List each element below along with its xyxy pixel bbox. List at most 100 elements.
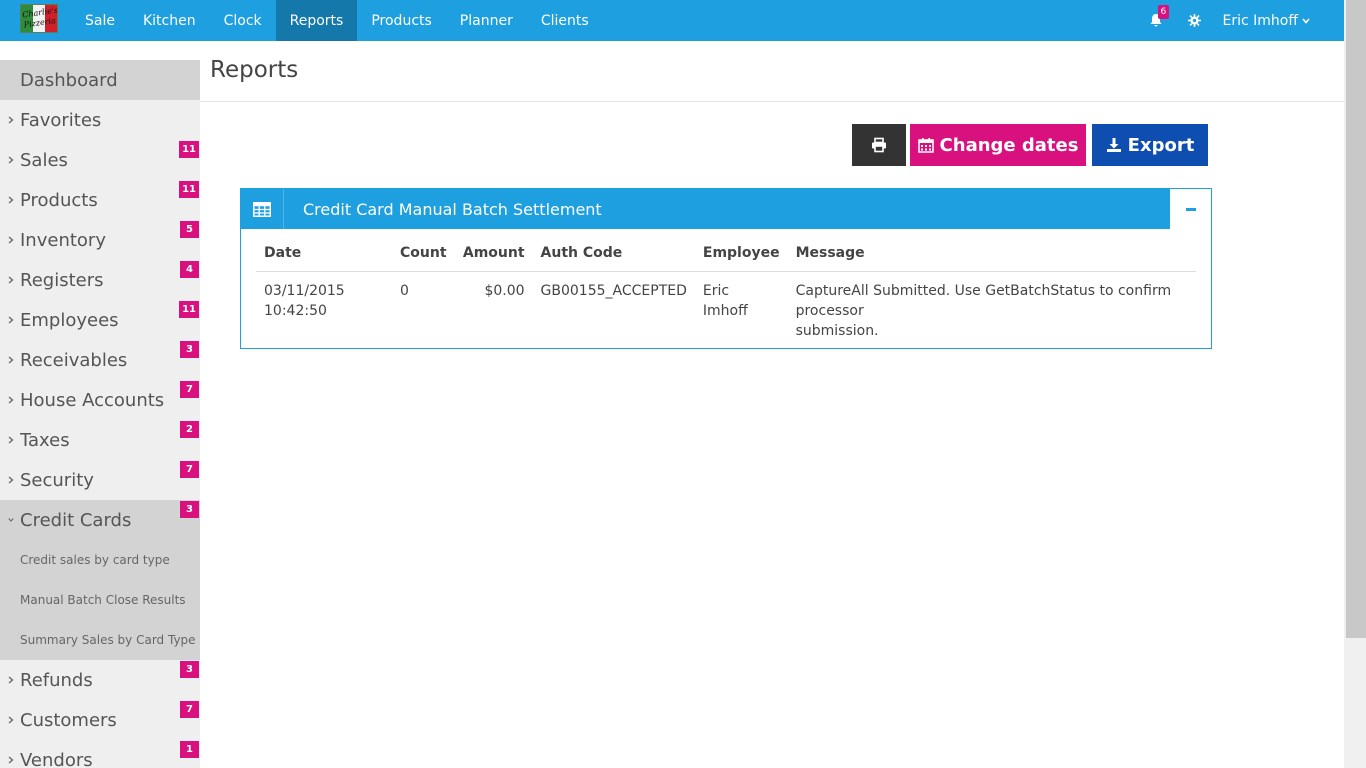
sidebar-item-house-accounts[interactable]: House Accounts 7 <box>0 380 200 420</box>
panel-header: Credit Card Manual Batch Settlement <box>241 189 1170 229</box>
sidebar-item-label: Credit Cards <box>20 509 132 531</box>
sidebar-item-label: Employees <box>20 309 119 331</box>
sidebar-item-registers[interactable]: Registers 4 <box>0 260 200 300</box>
sidebar-subitem-credit-sales-by-card-type[interactable]: Credit sales by card type <box>0 540 200 580</box>
sidebar-item-label: Receivables <box>20 349 128 371</box>
sidebar-item-receivables[interactable]: Receivables 3 <box>0 340 200 380</box>
column-header-auth-code: Auth Code <box>532 236 695 272</box>
sidebar-subitem-manual-batch-close-results[interactable]: Manual Batch Close Results <box>0 580 200 620</box>
report-panel: Credit Card Manual Batch Settlement Date… <box>240 188 1212 349</box>
sidebar-item-label: Customers <box>20 709 117 731</box>
sidebar: Dashboard Favorites Sales 11 Products 11 I… <box>0 60 200 768</box>
app-logo[interactable]: Charlie's Pizzeria <box>20 4 58 33</box>
sidebar-item-employees[interactable]: Employees 11 <box>0 300 200 340</box>
nav-clock[interactable]: Clock <box>210 0 276 41</box>
export-label: Export <box>1127 134 1195 156</box>
nav-products[interactable]: Products <box>357 0 445 41</box>
user-name: Eric Imhoff <box>1222 12 1299 29</box>
column-header-amount: Amount <box>454 236 533 272</box>
count-badge: 3 <box>180 501 199 518</box>
count-badge: 7 <box>180 381 199 398</box>
count-badge: 3 <box>180 661 199 678</box>
sidebar-item-label: House Accounts <box>20 389 165 411</box>
sidebar-item-label: Sales <box>20 149 68 171</box>
chevron-right-icon <box>8 716 14 724</box>
sidebar-item-favorites[interactable]: Favorites <box>0 100 200 140</box>
sidebar-item-vendors[interactable]: Vendors 1 <box>0 740 200 768</box>
column-header-count: Count <box>392 236 455 272</box>
nav-planner[interactable]: Planner <box>446 0 527 41</box>
sidebar-item-label: Taxes <box>20 429 70 451</box>
sidebar-item-sales[interactable]: Sales 11 <box>0 140 200 180</box>
sidebar-item-security[interactable]: Security 7 <box>0 460 200 500</box>
nav-kitchen[interactable]: Kitchen <box>129 0 210 41</box>
collapse-button[interactable] <box>1181 201 1201 217</box>
chevron-right-icon <box>8 196 14 204</box>
calendar-icon <box>917 138 934 153</box>
column-header-date: Date <box>256 236 392 272</box>
sidebar-item-label: Favorites <box>20 109 102 131</box>
sidebar-item-inventory[interactable]: Inventory 5 <box>0 220 200 260</box>
cell-employee: Eric Imhoff <box>702 282 748 319</box>
download-icon <box>1106 138 1121 152</box>
settings-button[interactable] <box>1187 0 1203 41</box>
main-nav: Sale Kitchen Clock Reports Products Plan… <box>71 0 603 41</box>
page-title: Reports <box>210 57 299 83</box>
panel-title: Credit Card Manual Batch Settlement <box>303 199 602 219</box>
chevron-right-icon <box>8 156 14 164</box>
chevron-right-icon <box>8 116 14 124</box>
chevron-right-icon <box>8 436 14 444</box>
page-scrollbar[interactable] <box>1344 0 1366 768</box>
sidebar-subitem-summary-sales-by-card-type[interactable]: Summary Sales by Card Type <box>0 620 200 660</box>
chevron-down-icon <box>1302 17 1310 24</box>
scrollbar-thumb[interactable] <box>1346 0 1366 638</box>
count-badge: 11 <box>179 301 199 318</box>
sidebar-item-label: Dashboard <box>20 69 118 91</box>
count-badge: 4 <box>180 261 199 278</box>
chevron-right-icon <box>8 676 14 684</box>
chevron-right-icon <box>8 356 14 364</box>
sidebar-item-credit-cards[interactable]: Credit Cards 3 <box>0 500 200 540</box>
cell-auth-code: GB00155_ACCEPTED <box>540 282 687 299</box>
count-badge: 5 <box>180 221 199 238</box>
chevron-right-icon <box>8 236 14 244</box>
print-icon <box>872 137 886 153</box>
print-button[interactable] <box>852 124 906 166</box>
divider <box>200 101 1344 102</box>
sidebar-item-label: Vendors <box>20 749 93 768</box>
sidebar-item-label: Products <box>20 189 98 211</box>
chevron-down-icon <box>8 518 14 522</box>
gear-icon <box>1188 14 1201 27</box>
cell-amount: $0.00 <box>484 282 525 299</box>
count-badge: 3 <box>180 341 199 358</box>
chevron-right-icon <box>8 316 14 324</box>
count-badge: 1 <box>180 741 199 758</box>
cell-message: CaptureAll Submitted. Use GetBatchStatus… <box>795 282 1172 339</box>
nav-sale[interactable]: Sale <box>71 0 129 41</box>
count-badge: 11 <box>179 141 199 158</box>
notifications-button[interactable]: 6 <box>1145 0 1170 41</box>
user-menu[interactable]: Eric Imhoff <box>1223 13 1311 29</box>
change-dates-label: Change dates <box>939 134 1079 156</box>
sidebar-item-refunds[interactable]: Refunds 3 <box>0 660 200 700</box>
cell-count: 0 <box>400 282 409 299</box>
top-navbar: Charlie's Pizzeria Sale Kitchen Clock Re… <box>0 0 1344 41</box>
column-header-employee: Employee <box>694 236 788 272</box>
nav-reports[interactable]: Reports <box>275 0 358 41</box>
sidebar-item-customers[interactable]: Customers 7 <box>0 700 200 740</box>
sidebar-item-dashboard[interactable]: Dashboard <box>0 60 200 100</box>
sidebar-item-products[interactable]: Products 11 <box>0 180 200 220</box>
change-dates-button[interactable]: Change dates <box>910 124 1086 166</box>
report-table: Date Count Amount Auth Code Employee Mes… <box>256 236 1196 341</box>
table-header-row: Date Count Amount Auth Code Employee Mes… <box>256 236 1196 272</box>
export-button[interactable]: Export <box>1092 124 1208 166</box>
sidebar-item-label: Refunds <box>20 669 93 691</box>
sidebar-item-taxes[interactable]: Taxes 2 <box>0 420 200 460</box>
column-header-message: Message <box>787 236 1196 272</box>
chevron-right-icon <box>8 396 14 404</box>
minus-icon <box>1186 207 1196 211</box>
count-badge: 7 <box>180 461 199 478</box>
nav-clients[interactable]: Clients <box>527 0 603 41</box>
chevron-right-icon <box>8 276 14 284</box>
chevron-right-icon <box>8 756 14 764</box>
